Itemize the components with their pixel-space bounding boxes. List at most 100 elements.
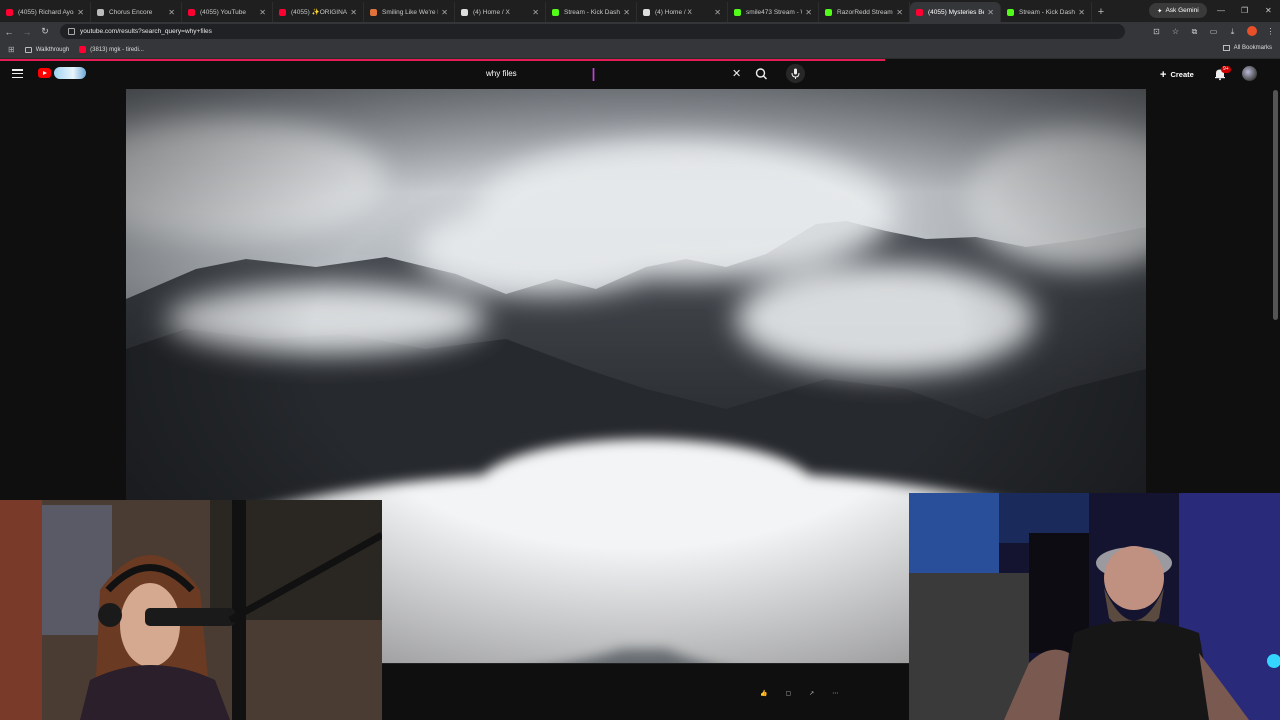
close-tab-icon[interactable]: ✕	[805, 8, 812, 17]
video-actions-row: 👍 ▢ ↗ ⋯	[760, 690, 838, 697]
tab-title: RazorRedd Stream -	[837, 8, 894, 16]
browser-tab[interactable]: (4055) Mysteries Ben ✕	[910, 2, 1001, 22]
tab-favicon-icon	[916, 8, 923, 16]
close-tab-icon[interactable]: ✕	[532, 8, 539, 17]
extensions-icon[interactable]: ⧉	[1185, 27, 1204, 37]
tab-favicon-icon	[734, 8, 741, 16]
tab-title: (4055) Mysteries Ben	[928, 8, 985, 16]
close-tab-icon[interactable]: ✕	[350, 8, 357, 17]
user-avatar[interactable]	[1242, 66, 1257, 81]
webcam-overlay-left	[0, 500, 382, 720]
reload-icon[interactable]: ↻	[36, 22, 54, 41]
youtube-logo-icon[interactable]	[38, 68, 51, 78]
close-tab-icon[interactable]: ✕	[441, 8, 448, 17]
tab-favicon-icon	[552, 8, 559, 16]
browser-tab[interactable]: RazorRedd Stream - ✕	[819, 2, 910, 22]
tab-title: Smiling Like We're F	[382, 8, 439, 16]
back-icon[interactable]: ←	[0, 22, 18, 41]
tab-title: (4055) ✨ORIGINAL	[291, 9, 348, 16]
downloads-icon[interactable]: ⤓	[1223, 27, 1242, 37]
tab-title: (4) Home / X	[473, 8, 510, 16]
share-icon[interactable]: ↗	[809, 690, 814, 697]
tab-favicon-icon	[825, 8, 832, 16]
bookmark-mgk[interactable]: (3813) mgk - tiredi...	[79, 46, 144, 53]
webcam-right-image	[909, 493, 1280, 720]
tab-favicon-icon	[370, 8, 377, 16]
create-button[interactable]: + Create	[1160, 67, 1194, 82]
tab-favicon-icon	[97, 8, 104, 16]
folder-icon	[24, 46, 32, 53]
apps-grid-icon[interactable]: ⊞	[8, 45, 15, 54]
close-tab-icon[interactable]: ✕	[623, 8, 630, 17]
folder-icon	[1222, 45, 1230, 51]
tab-title: (4055) Richard Ayoa	[18, 8, 75, 16]
tab-favicon-icon	[6, 8, 13, 16]
browser-tab[interactable]: Smiling Like We're F ✕	[364, 2, 455, 22]
close-tab-icon[interactable]: ✕	[259, 8, 266, 17]
youtube-favicon-icon	[79, 46, 87, 53]
page-load-progress	[0, 59, 885, 61]
browser-tab[interactable]: Stream - Kick Dashb ✕	[1001, 2, 1092, 22]
bookmark-label: (3813) mgk - tiredi...	[90, 46, 144, 53]
address-bar[interactable]: youtube.com/results?search_query=why+fil…	[60, 24, 1125, 39]
navigation-bar: ← → ↻ youtube.com/results?search_query=w…	[0, 22, 1280, 41]
tab-title: (4055) YouTube	[200, 8, 247, 16]
text-cursor-icon: I	[591, 65, 597, 85]
close-window-icon[interactable]: ✕	[1265, 0, 1272, 20]
close-tab-icon[interactable]: ✕	[896, 8, 903, 17]
bookmark-walkthrough[interactable]: Walkthrough	[24, 46, 70, 53]
forward-icon[interactable]: →	[18, 22, 36, 41]
tab-title: Stream - Kick Dashb	[1019, 8, 1076, 16]
close-tab-icon[interactable]: ✕	[77, 8, 84, 17]
tab-favicon-icon	[461, 8, 468, 16]
menu-kebab-icon[interactable]: ⋮	[1261, 27, 1280, 36]
tab-title: Stream - Kick Dashb	[564, 8, 621, 16]
browser-tab[interactable]: (4055) ✨ORIGINAL ✕	[273, 2, 364, 22]
microphone-icon[interactable]	[786, 64, 805, 83]
tab-favicon-icon	[279, 8, 286, 16]
clear-search-icon[interactable]: ✕	[732, 67, 741, 80]
more-icon[interactable]: ⋯	[832, 690, 838, 697]
tab-favicon-icon	[1007, 8, 1014, 16]
notification-count-badge: 9+	[1221, 66, 1231, 73]
browser-tab[interactable]: (4055) Richard Ayoa ✕	[0, 2, 91, 22]
bookmark-label: Walkthrough	[35, 46, 70, 53]
tab-list: (4055) Richard Ayoa ✕ Chorus Encore ✕ (4055)…	[0, 0, 1092, 22]
tab-favicon-icon	[188, 8, 195, 16]
browser-tab[interactable]: Stream - Kick Dashb ✕	[546, 2, 637, 22]
webcam-overlay-right	[909, 493, 1280, 720]
close-tab-icon[interactable]: ✕	[168, 8, 175, 17]
browser-tab[interactable]: smile473 Stream - W ✕	[728, 2, 819, 22]
all-bookmarks-button[interactable]: All Bookmarks	[1222, 45, 1272, 51]
close-tab-icon[interactable]: ✕	[714, 8, 721, 17]
like-icon[interactable]: 👍	[760, 690, 767, 697]
comment-icon[interactable]: ▢	[785, 690, 791, 697]
sparkle-icon: ✦	[1157, 7, 1163, 15]
hamburger-menu-icon[interactable]	[12, 69, 23, 78]
bookmark-star-icon[interactable]: ☆	[1166, 27, 1185, 36]
site-info-icon[interactable]	[68, 28, 75, 35]
youtube-doodle-logo[interactable]	[54, 67, 86, 79]
new-tab-button[interactable]: +	[1092, 2, 1110, 22]
maximize-icon[interactable]: ❐	[1241, 0, 1248, 20]
search-input[interactable]: why files	[486, 69, 517, 78]
ask-gemini-label: Ask Gemini	[1165, 7, 1199, 14]
close-tab-icon[interactable]: ✕	[987, 8, 994, 17]
install-app-icon[interactable]: ⊡	[1147, 27, 1166, 36]
browser-tab[interactable]: (4) Home / X ✕	[455, 2, 546, 22]
sidepanel-icon[interactable]: ▭	[1204, 27, 1223, 36]
browser-tab[interactable]: (4) Home / X ✕	[637, 2, 728, 22]
all-bookmarks-label: All Bookmarks	[1233, 45, 1272, 51]
youtube-header	[0, 59, 1280, 89]
close-tab-icon[interactable]: ✕	[1078, 8, 1085, 17]
ask-gemini-button[interactable]: ✦ Ask Gemini	[1149, 3, 1207, 18]
search-icon[interactable]	[752, 66, 771, 82]
tab-title: Chorus Encore	[109, 8, 153, 16]
page-scrollbar[interactable]	[1273, 90, 1278, 320]
profile-avatar[interactable]	[1242, 25, 1261, 38]
browser-tab[interactable]: (4055) YouTube ✕	[182, 2, 273, 22]
create-label: Create	[1170, 70, 1194, 79]
browser-tab[interactable]: Chorus Encore ✕	[91, 2, 182, 22]
plus-icon: +	[1160, 68, 1167, 81]
minimize-icon[interactable]: —	[1217, 0, 1225, 20]
